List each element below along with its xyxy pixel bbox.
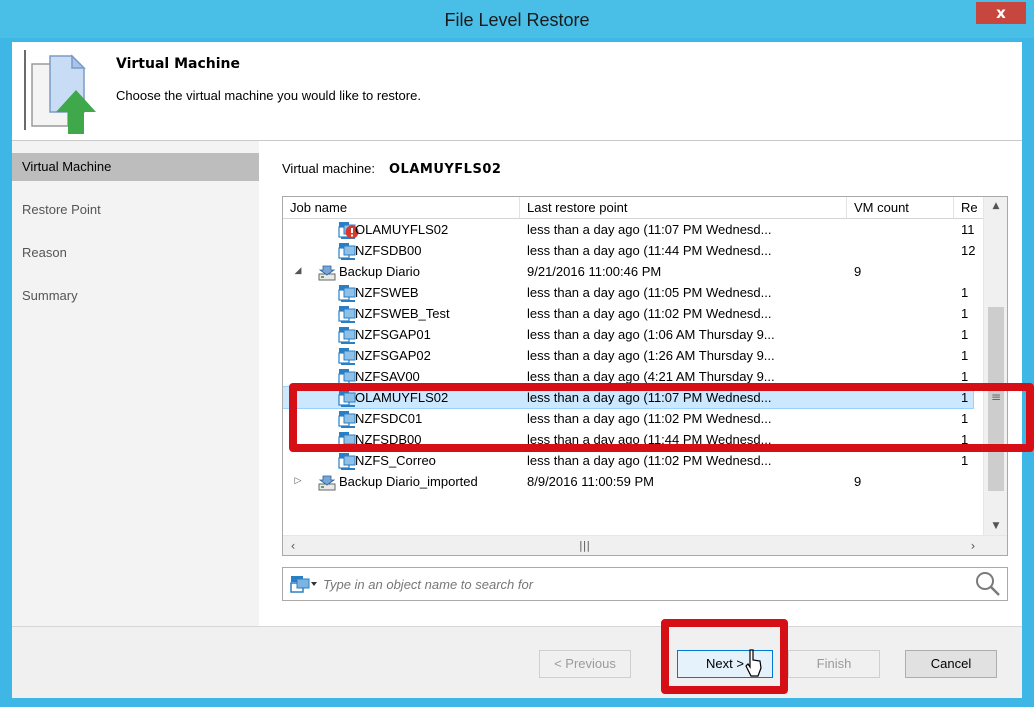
vm-icon: [338, 348, 356, 365]
window-title: File Level Restore: [444, 10, 590, 30]
vm-count: [854, 324, 944, 345]
last-restore-point: 9/21/2016 11:00:46 PM: [527, 264, 662, 279]
scroll-down-icon[interactable]: ▼: [984, 517, 1007, 535]
previous-button[interactable]: < Previous: [539, 650, 631, 678]
close-icon: x: [996, 4, 1006, 22]
scroll-up-icon[interactable]: ▲: [984, 197, 1007, 215]
virtual-machine-name: OLAMUYFLS02: [388, 162, 502, 177]
highlight-next-button: [661, 619, 788, 694]
vm-icon: [338, 327, 356, 344]
mouse-cursor-icon: [745, 649, 762, 677]
virtual-machine-field: Virtual machine: OLAMUYFLS02: [282, 161, 501, 177]
last-restore-point: less than a day ago (11:02 PM Wednesd...: [527, 306, 772, 321]
column-restore-points[interactable]: Re: [954, 197, 983, 218]
search-icon[interactable]: [975, 571, 1001, 597]
vm-count: [854, 450, 944, 471]
expanded-arrow-icon[interactable]: ◢: [293, 261, 303, 282]
vm-count: [854, 282, 944, 303]
restore-points-count: [961, 471, 981, 492]
column-job-name[interactable]: Job name: [283, 197, 520, 218]
job-vm-grid[interactable]: Job name Last restore point VM count Re …: [282, 196, 1008, 556]
job-row[interactable]: ◢ Backup Diario 9/21/2016 11:00:46 PM 9: [283, 261, 983, 282]
cancel-button[interactable]: Cancel: [905, 650, 997, 678]
last-restore-point: less than a day ago (1:26 AM Thursday 9.…: [527, 348, 775, 363]
step-reason[interactable]: Reason: [12, 239, 259, 267]
wizard-steps-sidebar: Virtual Machine Restore Point Reason Sum…: [12, 141, 259, 626]
vm-row[interactable]: NZFSWEB less than a day ago (11:05 PM Wed…: [283, 282, 983, 303]
backup-job-icon: [318, 475, 336, 491]
vm-icon: [338, 243, 356, 260]
column-vm-count[interactable]: VM count: [847, 197, 954, 218]
vm-name: NZFSGAP01: [355, 327, 431, 342]
restore-points-count: 1: [961, 285, 969, 300]
restore-points-count: 1: [961, 348, 969, 363]
column-last-restore-point[interactable]: Last restore point: [520, 197, 847, 218]
vm-row[interactable]: NZFSDB00 less than a day ago (11:44 PM We…: [283, 240, 983, 261]
step-virtual-machine[interactable]: Virtual Machine: [12, 153, 259, 181]
job-name: Backup Diario_imported: [339, 474, 478, 489]
vm-name: OLAMUYFLS02: [355, 222, 449, 237]
finish-button[interactable]: Finish: [788, 650, 880, 678]
restore-points-count: 1: [961, 453, 969, 468]
vm-count: [854, 240, 944, 261]
wizard-client-area: Virtual Machine Choose the virtual machi…: [12, 42, 1022, 698]
last-restore-point: less than a day ago (11:44 PM Wednesd...: [527, 243, 772, 258]
page-description: Choose the virtual machine you would lik…: [116, 88, 421, 103]
restore-points-count: 11: [961, 222, 975, 237]
virtual-machine-label: Virtual machine:: [282, 161, 375, 176]
vm-name: NZFSDB00: [355, 243, 422, 258]
vm-name: NZFSGAP02: [355, 348, 431, 363]
object-search-box: [282, 567, 1008, 601]
last-restore-point: less than a day ago (11:07 PM Wednesd...: [527, 222, 772, 237]
title-bar[interactable]: File Level Restore x: [0, 0, 1034, 38]
scroll-right-icon[interactable]: ›: [963, 536, 983, 555]
restore-points-count: [961, 261, 981, 282]
wizard-header: Virtual Machine Choose the virtual machi…: [12, 42, 1022, 141]
scroll-left-icon[interactable]: ‹: [283, 536, 303, 555]
restore-points-count: 1: [961, 306, 969, 321]
vm-icon: [338, 306, 356, 323]
page-title: Virtual Machine: [116, 56, 240, 72]
vm-name: NZFSWEB_Test: [355, 306, 450, 321]
vm-count: [854, 345, 944, 366]
vm-name: NZFS_Correo: [355, 453, 436, 468]
vm-icon: [338, 453, 356, 470]
object-type-dropdown-icon[interactable]: [289, 574, 319, 594]
last-restore-point: 8/9/2016 11:00:59 PM: [527, 474, 654, 489]
horizontal-scrollbar[interactable]: ‹ ||| ›: [283, 535, 1007, 555]
collapsed-arrow-icon[interactable]: ▷: [293, 471, 303, 492]
job-name: Backup Diario: [339, 264, 420, 279]
vm-name: NZFSWEB: [355, 285, 419, 300]
vertical-scrollbar[interactable]: ▲ ≡ ▼: [983, 197, 1007, 535]
last-restore-point: less than a day ago (11:02 PM Wednesd...: [527, 453, 772, 468]
job-row[interactable]: ▷ Backup Diario_imported 8/9/2016 11:00:59…: [283, 471, 983, 492]
wizard-footer: < Previous Next > Finish Cancel: [12, 626, 1022, 698]
vm-count: 9: [854, 474, 862, 489]
vm-row[interactable]: NZFS_Correo less than a day ago (11:02 PM…: [283, 450, 983, 471]
close-button[interactable]: x: [976, 2, 1026, 24]
last-restore-point: less than a day ago (11:05 PM Wednesd...: [527, 285, 772, 300]
file-restore-icon: [24, 50, 96, 134]
step-summary[interactable]: Summary: [12, 282, 259, 310]
highlight-selected-row: [289, 383, 1034, 452]
vm-count: [854, 219, 944, 240]
vm-count: 9: [854, 264, 862, 279]
file-level-restore-window: File Level Restore x Virtual Machine Cho…: [0, 0, 1034, 707]
search-input[interactable]: [321, 571, 965, 597]
step-restore-point[interactable]: Restore Point: [12, 196, 259, 224]
last-restore-point: less than a day ago (1:06 AM Thursday 9.…: [527, 327, 775, 342]
scroll-grip-horizontal-icon: |||: [579, 539, 591, 552]
vm-row[interactable]: NZFSGAP01 less than a day ago (1:06 AM Th…: [283, 324, 983, 345]
restore-points-count: 12: [961, 243, 976, 258]
restore-points-count: 1: [961, 327, 969, 342]
vm-icon: [338, 285, 356, 302]
vm-row[interactable]: NZFSWEB_Test less than a day ago (11:02 P…: [283, 303, 983, 324]
backup-job-icon: [318, 265, 336, 281]
vm-row[interactable]: NZFSGAP02 less than a day ago (1:26 AM Th…: [283, 345, 983, 366]
vm-row[interactable]: OLAMUYFLS02 less than a day ago (11:07 PM…: [283, 219, 983, 240]
vm-count: [854, 303, 944, 324]
grid-header: Job name Last restore point VM count Re: [283, 197, 983, 219]
